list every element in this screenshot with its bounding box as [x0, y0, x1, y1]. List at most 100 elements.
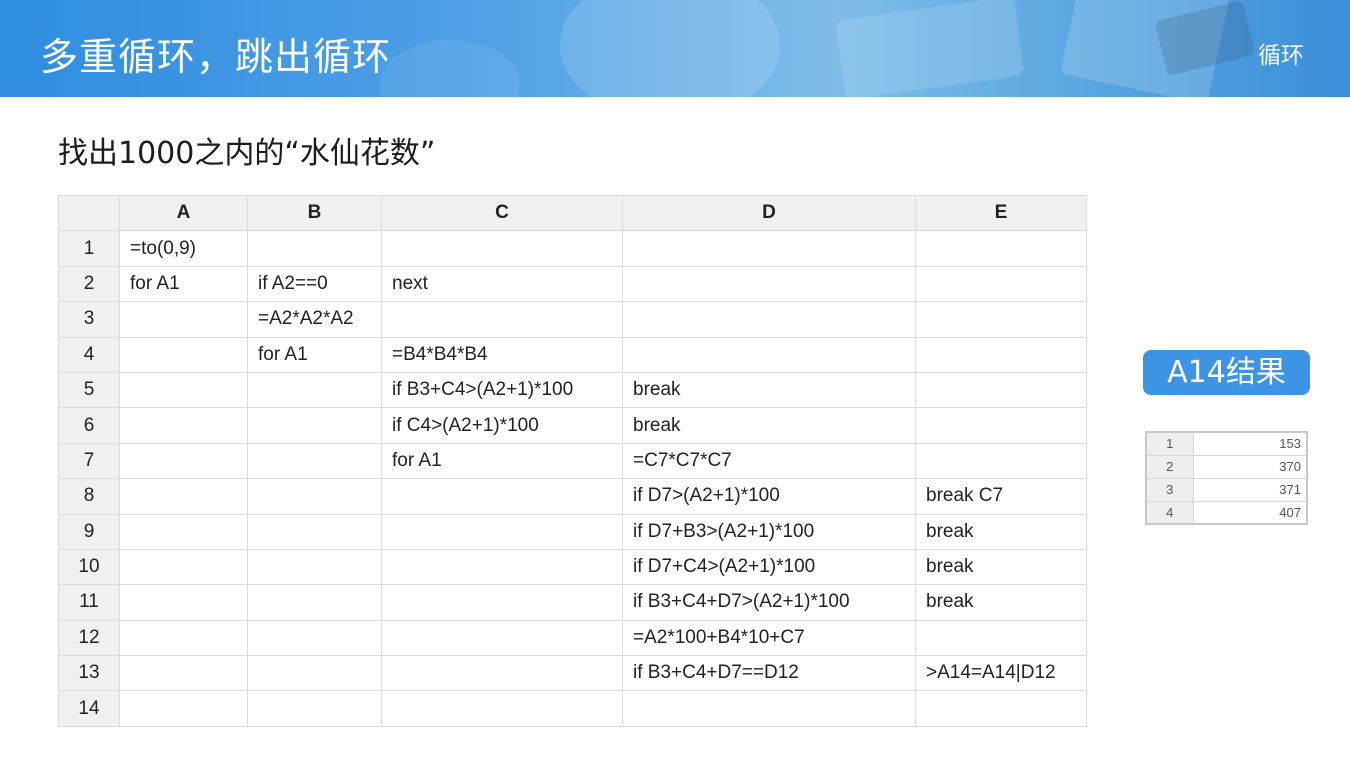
column-header-d[interactable]: D: [622, 194, 916, 232]
result-index: 2: [1145, 454, 1194, 479]
result-row: 2 370: [1145, 454, 1308, 479]
column-header-e[interactable]: E: [915, 194, 1087, 232]
cell-d1[interactable]: [622, 230, 916, 267]
cell-a2[interactable]: for A1: [119, 265, 248, 303]
cell-b14[interactable]: [247, 690, 382, 727]
cell-b9[interactable]: [247, 513, 382, 550]
cell-d3[interactable]: [622, 301, 916, 338]
cell-d9[interactable]: if D7+B3>(A2+1)*100: [622, 513, 916, 550]
cell-d4[interactable]: [622, 336, 916, 373]
cell-c11[interactable]: [381, 584, 623, 621]
cell-d8[interactable]: if D7>(A2+1)*100: [622, 478, 916, 515]
row-header[interactable]: 8: [58, 478, 120, 515]
cell-b3[interactable]: =A2*A2*A2: [247, 301, 382, 338]
cell-a5[interactable]: [119, 371, 248, 409]
row-header[interactable]: 4: [58, 336, 120, 373]
cell-a13[interactable]: [119, 655, 248, 692]
row-header[interactable]: 6: [58, 407, 120, 444]
cell-c10[interactable]: [381, 548, 623, 586]
row-header[interactable]: 7: [58, 442, 120, 480]
cell-b13[interactable]: [247, 655, 382, 692]
row-header[interactable]: 1: [58, 230, 120, 267]
cell-b4[interactable]: for A1: [247, 336, 382, 373]
cell-c3[interactable]: [381, 301, 623, 338]
row-header[interactable]: 14: [58, 690, 120, 727]
result-value: 370: [1192, 454, 1308, 479]
cell-d14[interactable]: [622, 690, 916, 727]
cell-c5[interactable]: if B3+C4>(A2+1)*100: [381, 371, 623, 409]
cell-b2[interactable]: if A2==0: [247, 265, 382, 303]
cell-a3[interactable]: [119, 301, 248, 338]
column-header-b[interactable]: B: [247, 194, 382, 232]
cell-d10[interactable]: if D7+C4>(A2+1)*100: [622, 548, 916, 586]
cell-c6[interactable]: if C4>(A2+1)*100: [381, 407, 623, 444]
cell-d2[interactable]: [622, 265, 916, 303]
cell-a8[interactable]: [119, 478, 248, 515]
cell-b7[interactable]: [247, 442, 382, 480]
cell-e11[interactable]: break: [915, 584, 1087, 621]
result-value: 153: [1192, 431, 1308, 456]
cell-b12[interactable]: [247, 619, 382, 657]
cell-a1[interactable]: =to(0,9): [119, 230, 248, 267]
column-header-c[interactable]: C: [381, 194, 623, 232]
corner-cell[interactable]: [58, 194, 120, 232]
table-row: 2 for A1 if A2==0 next: [58, 265, 1087, 303]
cell-b8[interactable]: [247, 478, 382, 515]
cell-a11[interactable]: [119, 584, 248, 621]
cell-a7[interactable]: [119, 442, 248, 480]
cell-b1[interactable]: [247, 230, 382, 267]
cell-e14[interactable]: [915, 690, 1087, 727]
column-header-a[interactable]: A: [119, 194, 248, 232]
cell-a14[interactable]: [119, 690, 248, 727]
cell-e1[interactable]: [915, 230, 1087, 267]
cell-d5[interactable]: break: [622, 371, 916, 409]
cell-a12[interactable]: [119, 619, 248, 657]
cell-c9[interactable]: [381, 513, 623, 550]
cell-b11[interactable]: [247, 584, 382, 621]
cell-c2[interactable]: next: [381, 265, 623, 303]
cell-e7[interactable]: [915, 442, 1087, 480]
cell-a4[interactable]: [119, 336, 248, 373]
table-row: 3 =A2*A2*A2: [58, 301, 1087, 338]
cell-e10[interactable]: break: [915, 548, 1087, 586]
row-header[interactable]: 10: [58, 548, 120, 586]
cell-d12[interactable]: =A2*100+B4*10+C7: [622, 619, 916, 657]
cell-e13[interactable]: >A14=A14|D12: [915, 655, 1087, 692]
row-header[interactable]: 5: [58, 371, 120, 409]
row-header[interactable]: 3: [58, 301, 120, 338]
cell-e6[interactable]: [915, 407, 1087, 444]
cell-c4[interactable]: =B4*B4*B4: [381, 336, 623, 373]
cell-b5[interactable]: [247, 371, 382, 409]
cell-d7[interactable]: =C7*C7*C7: [622, 442, 916, 480]
row-header[interactable]: 9: [58, 513, 120, 550]
cell-c14[interactable]: [381, 690, 623, 727]
cell-e2[interactable]: [915, 265, 1087, 303]
cell-b10[interactable]: [247, 548, 382, 586]
cell-a10[interactable]: [119, 548, 248, 586]
cell-a9[interactable]: [119, 513, 248, 550]
cell-e12[interactable]: [915, 619, 1087, 657]
cell-c8[interactable]: [381, 478, 623, 515]
cell-c1[interactable]: [381, 230, 623, 267]
row-header[interactable]: 13: [58, 655, 120, 692]
cell-c12[interactable]: [381, 619, 623, 657]
row-header[interactable]: 11: [58, 584, 120, 621]
row-header[interactable]: 2: [58, 265, 120, 303]
result-row: 3 371: [1145, 477, 1308, 502]
cell-c7[interactable]: for A1: [381, 442, 623, 480]
cell-e8[interactable]: break C7: [915, 478, 1087, 515]
result-index: 3: [1145, 477, 1194, 502]
column-header-row: A B C D E: [58, 194, 1087, 232]
result-index: 4: [1145, 500, 1194, 525]
cell-a6[interactable]: [119, 407, 248, 444]
cell-b6[interactable]: [247, 407, 382, 444]
cell-e5[interactable]: [915, 371, 1087, 409]
cell-d6[interactable]: break: [622, 407, 916, 444]
cell-d11[interactable]: if B3+C4+D7>(A2+1)*100: [622, 584, 916, 621]
cell-e9[interactable]: break: [915, 513, 1087, 550]
cell-d13[interactable]: if B3+C4+D7==D12: [622, 655, 916, 692]
cell-e3[interactable]: [915, 301, 1087, 338]
cell-c13[interactable]: [381, 655, 623, 692]
row-header[interactable]: 12: [58, 619, 120, 657]
cell-e4[interactable]: [915, 336, 1087, 373]
